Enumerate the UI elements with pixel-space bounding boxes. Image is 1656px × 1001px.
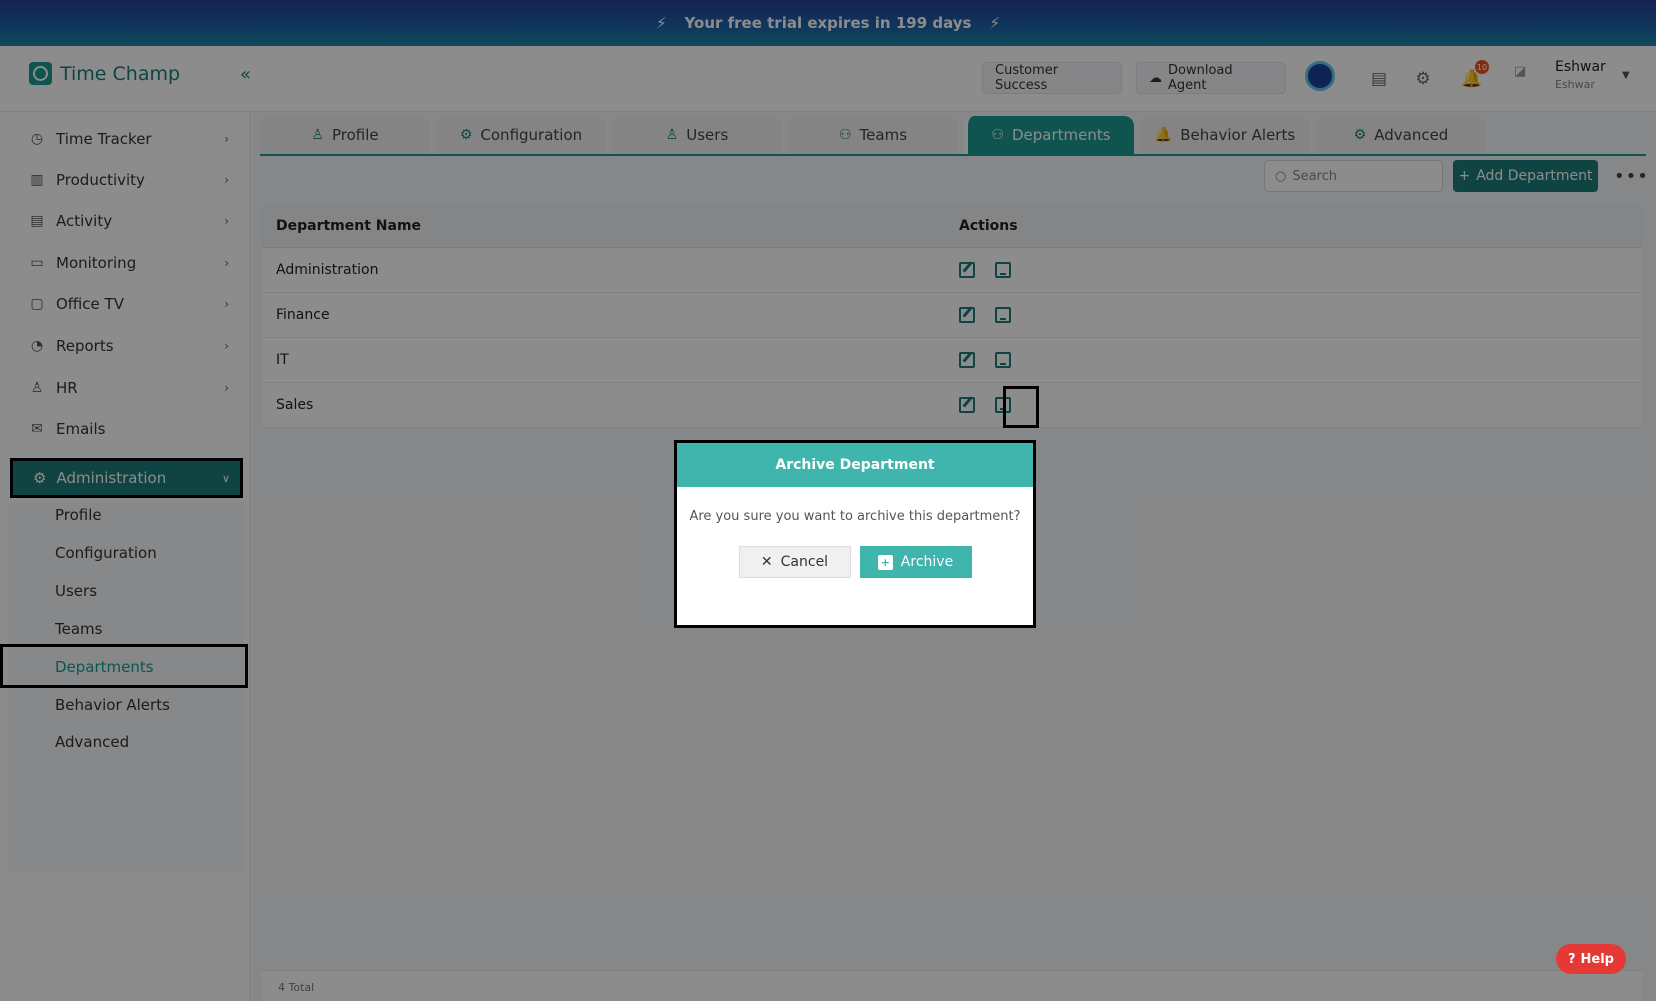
dialog-body: Are you sure you want to archive this de…: [677, 487, 1033, 578]
help-button[interactable]: ? Help: [1556, 944, 1626, 974]
dialog-actions: ✕ Cancel + Archive: [677, 546, 1033, 578]
help-label: Help: [1580, 951, 1614, 967]
archive-icon: +: [877, 554, 893, 570]
cancel-label: Cancel: [780, 554, 829, 570]
dialog-title: Archive Department: [677, 443, 1033, 487]
close-icon: ✕: [760, 554, 773, 570]
archive-focus-outline: [1003, 386, 1039, 428]
archive-button[interactable]: + Archive: [859, 546, 972, 578]
cancel-button[interactable]: ✕ Cancel: [738, 546, 851, 578]
question-icon: ?: [1567, 951, 1576, 967]
dialog-message: Are you sure you want to archive this de…: [689, 509, 1021, 524]
archive-department-dialog: Archive Department Are you sure you want…: [674, 440, 1036, 628]
archive-label: Archive: [900, 554, 954, 570]
